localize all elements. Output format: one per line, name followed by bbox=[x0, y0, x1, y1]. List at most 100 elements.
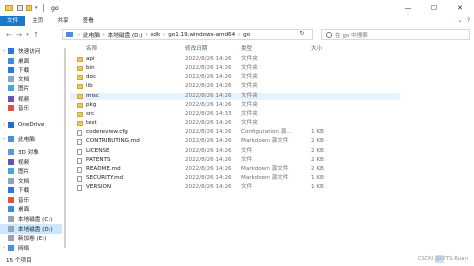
new-folder-icon[interactable] bbox=[26, 5, 32, 11]
pc-icon bbox=[66, 32, 73, 37]
search-input[interactable]: 在 go 中搜索 bbox=[321, 29, 470, 40]
help-button[interactable]: ? bbox=[467, 17, 470, 24]
table-row[interactable]: README.md 2022/8/26 14:26 Markdown 源文件 2 KB bbox=[70, 166, 400, 174]
sidebar-item[interactable]: › 网络 bbox=[0, 243, 62, 253]
file-icon bbox=[77, 148, 82, 155]
column-header-name[interactable]: 名称 bbox=[86, 44, 97, 52]
sidebar-item-label: 图片 bbox=[18, 169, 30, 175]
table-row[interactable]: PATENTS 2022/8/26 14:26 文件 2 KB bbox=[70, 157, 400, 165]
sidebar-item-label: 网络 bbox=[18, 246, 30, 252]
properties-icon[interactable] bbox=[17, 5, 23, 11]
chevron-right-icon: › bbox=[102, 31, 105, 38]
breadcrumb-go-version[interactable]: go1.19.windows-amd64 bbox=[168, 32, 235, 38]
table-row[interactable]: codereview.cfg 2022/8/26 14:26 Configurati… bbox=[70, 129, 400, 137]
sidebar-item[interactable]: › 此电脑 bbox=[0, 134, 62, 144]
folder-icon bbox=[77, 57, 83, 62]
expand-icon[interactable]: › bbox=[1, 48, 7, 54]
folder-icon bbox=[77, 66, 83, 72]
scrollbar-thumb[interactable] bbox=[64, 48, 66, 248]
title-separator bbox=[43, 4, 44, 12]
table-row[interactable]: CONTRIBUTING.md 2022/8/26 14:26 Markdown 源… bbox=[70, 138, 400, 146]
sidebar-item[interactable]: 图片 bbox=[0, 83, 62, 93]
file-type: Markdown 源文件 bbox=[241, 138, 289, 145]
refresh-button[interactable]: ↻ bbox=[293, 30, 311, 39]
title-bar: ▾ go — ☐ ✕ bbox=[0, 0, 474, 16]
column-header-date[interactable]: 修改日期 bbox=[185, 44, 207, 52]
file-date: 2022/8/26 14:26 bbox=[185, 129, 232, 136]
table-row[interactable]: bin 2022/8/26 14:26 文件夹 bbox=[70, 65, 400, 73]
sidebar-item[interactable]: 音乐 bbox=[0, 103, 62, 113]
recent-locations-icon[interactable]: ▾ bbox=[24, 32, 31, 38]
sidebar-item-label: 快速访问 bbox=[18, 49, 41, 55]
file-size: 1 KB bbox=[311, 174, 324, 181]
network-icon bbox=[8, 245, 14, 251]
picture-icon bbox=[8, 85, 14, 91]
address-row: ← → ▾ ↑ › 此电脑 › 本地磁盘 (D:) › sdk › go1.19… bbox=[0, 28, 474, 42]
back-icon[interactable]: ← bbox=[4, 31, 14, 39]
tab-home[interactable]: 主页 bbox=[25, 16, 50, 26]
file-size: 2 KB bbox=[311, 156, 324, 163]
breadcrumb-this-pc[interactable]: 此电脑 bbox=[83, 31, 100, 39]
file-type: 文件夹 bbox=[241, 65, 258, 72]
tab-share[interactable]: 共享 bbox=[50, 16, 75, 26]
table-row[interactable]: doc 2022/8/26 14:26 文件夹 bbox=[70, 74, 400, 82]
music-icon bbox=[8, 197, 14, 203]
column-header-size[interactable]: 大小 bbox=[311, 44, 322, 52]
file-type: Configuration 源... bbox=[241, 129, 292, 136]
table-row[interactable]: SECURITY.md 2022/8/26 14:26 Markdown 源文件 1 … bbox=[70, 175, 400, 183]
file-type: 文件 bbox=[241, 147, 253, 154]
ribbon-expand-icon[interactable]: ⌄ bbox=[458, 17, 463, 24]
cube-icon bbox=[8, 149, 14, 155]
expand-icon[interactable]: › bbox=[1, 245, 7, 251]
up-icon[interactable]: ↑ bbox=[31, 31, 41, 39]
breadcrumb-drive-d[interactable]: 本地磁盘 (D:) bbox=[108, 31, 143, 39]
file-icon bbox=[77, 175, 82, 182]
sidebar-item[interactable]: 3D 对象 bbox=[0, 147, 62, 157]
table-row[interactable]: lib 2022/8/26 14:26 文件夹 bbox=[70, 83, 400, 91]
folder-icon bbox=[77, 93, 83, 99]
drive-icon bbox=[8, 226, 14, 232]
tab-view[interactable]: 查看 bbox=[76, 16, 101, 26]
file-size: 1 KB bbox=[311, 184, 324, 191]
sidebar-item[interactable]: › OneDrive bbox=[0, 120, 62, 130]
music-icon bbox=[8, 105, 14, 111]
close-button[interactable]: ✕ bbox=[447, 0, 473, 16]
breadcrumb-go[interactable]: go bbox=[243, 32, 250, 38]
table-row[interactable]: misc 2022/8/26 14:26 文件夹 bbox=[70, 92, 400, 101]
sidebar-item[interactable]: 桌面 bbox=[0, 204, 62, 214]
table-row[interactable]: test 2022/8/26 14:26 文件夹 bbox=[70, 120, 400, 128]
file-name: pkg bbox=[86, 101, 97, 108]
sidebar-item[interactable]: 本地磁盘 (C:) bbox=[0, 214, 62, 224]
nav-scrollbar[interactable] bbox=[63, 44, 67, 252]
table-row[interactable]: pkg 2022/8/26 14:26 文件夹 bbox=[70, 102, 400, 110]
file-icon bbox=[77, 157, 82, 164]
sidebar-item[interactable]: 图片 bbox=[0, 166, 62, 176]
table-row[interactable]: api 2022/8/26 14:26 文件夹 bbox=[70, 56, 400, 64]
expand-icon[interactable]: › bbox=[1, 136, 7, 142]
address-bar[interactable]: › 此电脑 › 本地磁盘 (D:) › sdk › go1.19.windows… bbox=[62, 29, 313, 40]
drive-icon bbox=[8, 235, 14, 241]
sidebar-item[interactable]: 下载 bbox=[0, 185, 62, 195]
table-row[interactable]: LICENSE 2022/8/26 14:26 文件 2 KB bbox=[70, 148, 400, 156]
item-count: 15 个项目 bbox=[6, 258, 32, 264]
breadcrumb-sdk[interactable]: sdk bbox=[151, 32, 161, 38]
tab-file[interactable]: 文件 bbox=[0, 16, 26, 26]
search-placeholder: 在 go 中搜索 bbox=[335, 32, 368, 39]
forward-icon[interactable]: → bbox=[14, 31, 24, 39]
file-date: 2022/8/26 14:26 bbox=[185, 138, 232, 145]
expand-icon[interactable]: › bbox=[1, 122, 7, 128]
table-row[interactable]: VERSION 2022/8/26 14:26 文件 1 KB bbox=[70, 184, 400, 192]
chevron-down-icon[interactable]: ▾ bbox=[35, 5, 40, 11]
sidebar-item-label: 下载 bbox=[18, 188, 30, 194]
table-row[interactable]: src 2022/8/26 14:33 文件夹 bbox=[70, 111, 400, 119]
file-list: 名称 修改日期 类型 大小 api 2022/8/26 14:26 文件夹 bin 20… bbox=[70, 44, 474, 254]
status-bar: 15 个项目 CSDN @LYTS-Ruan bbox=[0, 254, 474, 266]
sidebar-item[interactable]: › 快速访问 bbox=[0, 46, 62, 56]
column-header-type[interactable]: 类型 bbox=[241, 44, 252, 52]
maximize-button[interactable]: ☐ bbox=[421, 0, 447, 16]
chevron-right-icon: › bbox=[145, 31, 148, 38]
sidebar-item[interactable]: 新加卷 (E:) bbox=[0, 233, 62, 243]
ribbon-tabs: 文件 主页 共享 查看 ⌄ ? bbox=[0, 16, 474, 26]
minimize-button[interactable]: — bbox=[395, 0, 421, 16]
desktop-icon bbox=[8, 206, 14, 212]
